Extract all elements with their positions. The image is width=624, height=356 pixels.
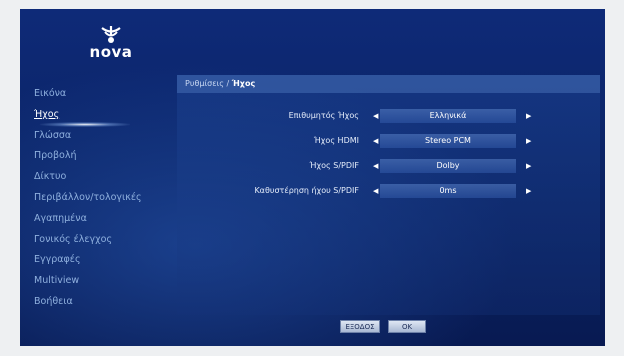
breadcrumb-current: Ήχος: [231, 79, 256, 88]
sidebar-item-favorites[interactable]: Αγαπημένα: [20, 209, 180, 230]
arrow-right-icon[interactable]: ▶: [526, 134, 531, 148]
setting-label: Ήχος HDMI: [313, 136, 359, 145]
tv-screen: nova Εικόνα Ήχος Γλώσσα Προβολή Δίκτυο Π…: [20, 9, 605, 346]
nova-logo: nova: [76, 25, 146, 61]
sidebar-item-language[interactable]: Γλώσσα: [20, 126, 180, 147]
sidebar-item-parental-control[interactable]: Γονικός έλεγχος: [20, 230, 180, 251]
setting-value[interactable]: Ελληνικά: [380, 109, 516, 123]
exit-button[interactable]: ΕΞΟΔΟΣ: [340, 320, 380, 333]
breadcrumb-parent: Ρυθμίσεις /: [185, 79, 232, 88]
sidebar-item-environment[interactable]: Περιβάλλον/τολογικές: [20, 188, 180, 209]
breadcrumb: Ρυθμίσεις / Ήχος: [177, 75, 600, 93]
setting-value[interactable]: Stereo PCM: [380, 134, 516, 148]
setting-label: Επιθυμητός Ήχος: [288, 111, 359, 120]
arrow-left-icon[interactable]: ◀: [373, 184, 378, 198]
sidebar-item-display[interactable]: Προβολή: [20, 146, 180, 167]
sidebar-item-sound[interactable]: Ήχος: [20, 105, 180, 127]
sidebar-item-help[interactable]: Βοήθεια: [20, 292, 180, 313]
setting-row-preferred-audio[interactable]: Επιθυμητός Ήχος ◀ Ελληνικά ▶: [177, 109, 600, 123]
logo-wordmark: nova: [89, 43, 133, 61]
nova-logo-icon: [101, 26, 121, 43]
setting-row-hdmi-audio[interactable]: Ήχος HDMI ◀ Stereo PCM ▶: [177, 134, 600, 148]
ok-button[interactable]: OK: [388, 320, 426, 333]
setting-label: Καθυστέρηση ήχου S/PDIF: [254, 186, 359, 195]
sidebar-item-recordings[interactable]: Εγγραφές: [20, 250, 180, 271]
setting-row-spdif-audio[interactable]: Ήχος S/PDIF ◀ Dolby ▶: [177, 159, 600, 173]
arrow-right-icon[interactable]: ▶: [526, 159, 531, 173]
arrow-left-icon[interactable]: ◀: [373, 109, 378, 123]
setting-value[interactable]: 0ms: [380, 184, 516, 198]
sidebar-menu: Εικόνα Ήχος Γλώσσα Προβολή Δίκτυο Περιβά…: [20, 84, 180, 313]
setting-label: Ήχος S/PDIF: [309, 161, 359, 170]
sidebar-item-network[interactable]: Δίκτυο: [20, 167, 180, 188]
sidebar-item-multiview[interactable]: Multiview: [20, 271, 180, 292]
setting-row-spdif-delay[interactable]: Καθυστέρηση ήχου S/PDIF ◀ 0ms ▶: [177, 184, 600, 198]
setting-value[interactable]: Dolby: [380, 159, 516, 173]
arrow-left-icon[interactable]: ◀: [373, 159, 378, 173]
arrow-right-icon[interactable]: ▶: [526, 109, 531, 123]
arrow-right-icon[interactable]: ▶: [526, 184, 531, 198]
settings-panel: Ρυθμίσεις / Ήχος Επιθυμητός Ήχος ◀ Ελλην…: [177, 75, 600, 315]
arrow-left-icon[interactable]: ◀: [373, 134, 378, 148]
sidebar-item-picture[interactable]: Εικόνα: [20, 84, 180, 105]
